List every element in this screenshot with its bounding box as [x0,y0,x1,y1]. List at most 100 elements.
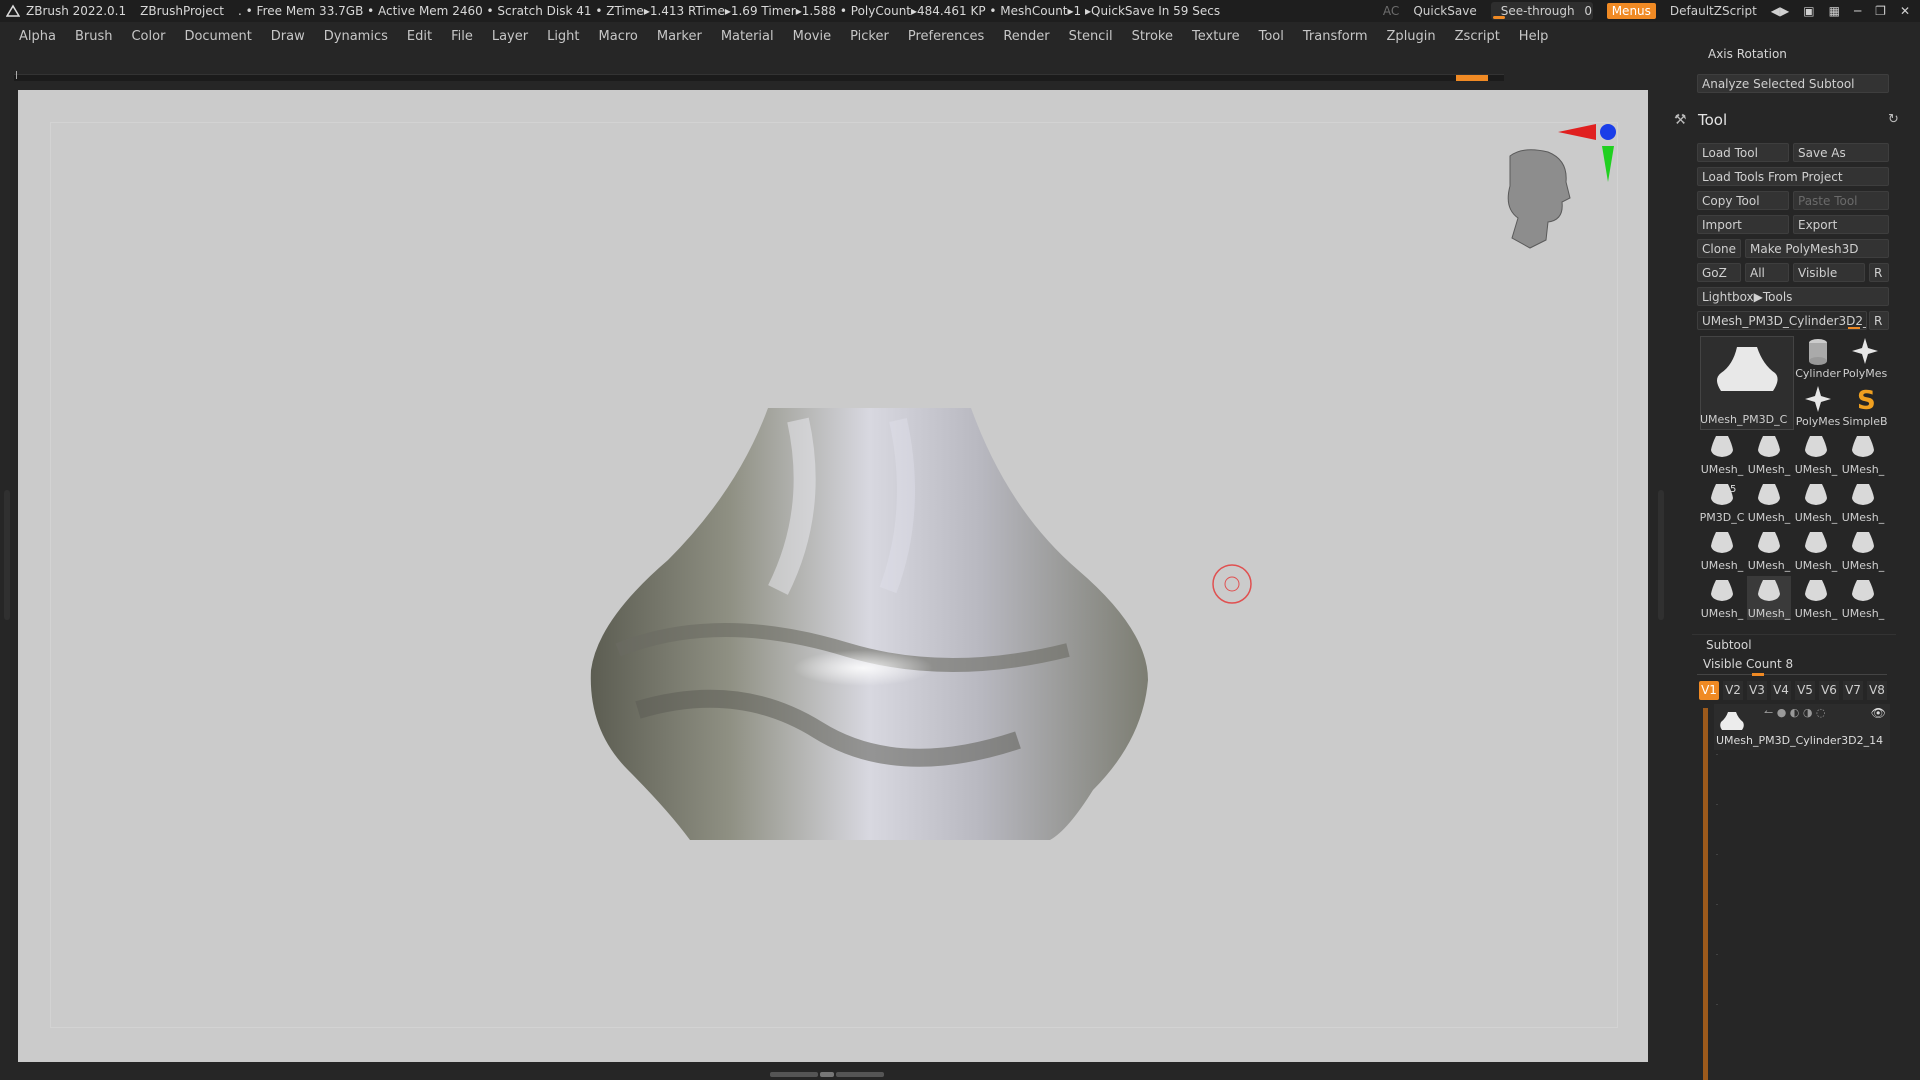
tool-thumb[interactable]: UMesh_ [1747,576,1791,620]
see-through-slider[interactable]: See-through 0 [1490,2,1593,20]
menu-preferences[interactable]: Preferences [908,29,984,44]
menu-texture[interactable]: Texture [1192,29,1240,44]
tool-thumb[interactable]: UMesh_ [1700,576,1744,620]
subtool-v3-button[interactable]: V3 [1747,681,1767,700]
visible-count-knob[interactable] [1752,673,1764,676]
goz-button[interactable]: GoZ [1697,263,1741,282]
vase-mesh[interactable] [590,408,1148,840]
menus-toggle-button[interactable]: Menus [1606,3,1656,19]
subtool-v8-button[interactable]: V8 [1867,681,1887,700]
document-canvas[interactable] [18,90,1648,1062]
make-polymesh3d-button[interactable]: Make PolyMesh3D [1745,239,1889,258]
visibility-eye-icon[interactable]: 👁 [1871,706,1886,720]
menu-picker[interactable]: Picker [850,29,889,44]
subtool-title[interactable]: Subtool [1706,638,1752,652]
menu-edit[interactable]: Edit [407,29,432,44]
tool-thumb[interactable]: UMesh_ [1794,432,1838,476]
menu-file[interactable]: File [451,29,473,44]
tool-thumb[interactable]: UMesh_ [1794,528,1838,572]
menu-marker[interactable]: Marker [657,29,702,44]
tool-thumb[interactable]: UMesh_ [1747,528,1791,572]
subtool-v1-button[interactable]: V1 [1699,681,1719,700]
menu-zplugin[interactable]: Zplugin [1387,29,1436,44]
menu-movie[interactable]: Movie [793,29,831,44]
tool-thumb[interactable]: PM3D_C [1700,480,1744,524]
tool-thumb[interactable]: UMesh_ [1841,432,1885,476]
menu-zscript[interactable]: Zscript [1455,29,1500,44]
timeline-knob[interactable] [1456,75,1488,81]
menu-transform[interactable]: Transform [1303,29,1368,44]
navigation-head-icon[interactable] [1507,149,1571,249]
quicksave-button[interactable]: QuickSave [1413,4,1476,18]
export-button[interactable]: Export [1793,215,1889,234]
goz-r-button[interactable]: R [1869,263,1889,282]
ac-toggle[interactable]: AC [1383,4,1399,18]
right-tray-handle[interactable] [1658,490,1664,620]
default-zscript-button[interactable]: DefaultZScript [1670,4,1757,18]
layout-icon[interactable]: ▣ [1803,4,1814,18]
bottom-tray-handle[interactable] [770,1070,900,1078]
goz-all-button[interactable]: All [1745,263,1789,282]
restore-icon[interactable]: ❐ [1875,4,1886,18]
tool-thumb[interactable]: UMesh_ [1747,432,1791,476]
subtool-list-item[interactable]: ↼ ● ◐ ◑ ◌ 👁 UMesh_PM3D_Cylinder3D2_14 [1714,704,1890,750]
menu-stroke[interactable]: Stroke [1132,29,1173,44]
paste-tool-button[interactable]: Paste Tool [1793,191,1889,210]
load-tool-button[interactable]: Load Tool [1697,143,1789,162]
copy-tool-button[interactable]: Copy Tool [1697,191,1789,210]
tool-thumb[interactable]: UMesh_ [1841,576,1885,620]
clone-button[interactable]: Clone [1697,239,1741,258]
axis-rotation-label[interactable]: Axis Rotation [1708,47,1787,61]
subtool-list-scrollbar[interactable] [1703,708,1708,1080]
tool-thumb[interactable]: UMesh_ [1794,576,1838,620]
subtool-item-icons[interactable]: ↼ ● ◐ ◑ ◌ [1764,706,1826,719]
close-icon[interactable]: ✕ [1900,4,1910,18]
subtool-v7-button[interactable]: V7 [1843,681,1863,700]
goz-visible-button[interactable]: Visible [1793,263,1865,282]
menu-render[interactable]: Render [1003,29,1049,44]
tool-palette-icon[interactable]: ⚒ [1674,112,1687,128]
thumb-polymesh-2[interactable]: PolyMes [1796,384,1840,428]
swap-icon[interactable]: ▦ [1829,4,1840,18]
tool-thumb[interactable]: UMesh_ [1841,528,1885,572]
thumb-simplebrush[interactable]: S SimpleB [1842,384,1887,428]
tool-thumb[interactable]: UMesh_ [1841,480,1885,524]
subtool-v6-button[interactable]: V6 [1819,681,1839,700]
visible-count-slider[interactable]: Visible Count 8 [1703,657,1793,671]
left-tray-handle[interactable] [4,490,10,620]
analyze-subtool-button[interactable]: Analyze Selected Subtool [1697,74,1889,93]
menu-tool[interactable]: Tool [1259,29,1284,44]
current-tool-r-button[interactable]: R [1869,311,1889,330]
timeline-bar[interactable] [14,71,1504,81]
tool-palette-title[interactable]: Tool [1698,111,1727,129]
menu-color[interactable]: Color [131,29,165,44]
save-as-button[interactable]: Save As [1793,143,1889,162]
menu-help[interactable]: Help [1519,29,1549,44]
menu-stencil[interactable]: Stencil [1069,29,1113,44]
subtool-v4-button[interactable]: V4 [1771,681,1791,700]
import-button[interactable]: Import [1697,215,1789,234]
menu-document[interactable]: Document [184,29,251,44]
menu-material[interactable]: Material [721,29,774,44]
menu-macro[interactable]: Macro [599,29,638,44]
current-tool-slider[interactable]: UMesh_PM3D_Cylinder3D2_1 [1697,311,1867,330]
menu-alpha[interactable]: Alpha [19,29,56,44]
menu-brush[interactable]: Brush [75,29,113,44]
thumb-polymesh-1[interactable]: PolyMes [1843,336,1887,380]
subtool-v2-button[interactable]: V2 [1723,681,1743,700]
tool-thumb[interactable]: UMesh_ [1794,480,1838,524]
layout-left-icon[interactable]: ◀▶ [1771,4,1789,18]
menu-layer[interactable]: Layer [492,29,528,44]
tool-thumb[interactable]: UMesh_ [1700,432,1744,476]
axis-gizmo-icon[interactable] [1558,124,1616,182]
thumb-cylinder[interactable]: Cylinder [1795,336,1841,380]
subtool-v5-button[interactable]: V5 [1795,681,1815,700]
load-tools-from-project-button[interactable]: Load Tools From Project [1697,167,1889,186]
menu-light[interactable]: Light [547,29,579,44]
minimize-icon[interactable]: ─ [1854,4,1861,18]
tool-thumb[interactable]: UMesh_ [1747,480,1791,524]
tool-thumb[interactable]: UMesh_ [1700,528,1744,572]
refresh-icon[interactable]: ↻ [1888,112,1899,127]
menu-draw[interactable]: Draw [271,29,305,44]
menu-dynamics[interactable]: Dynamics [324,29,388,44]
